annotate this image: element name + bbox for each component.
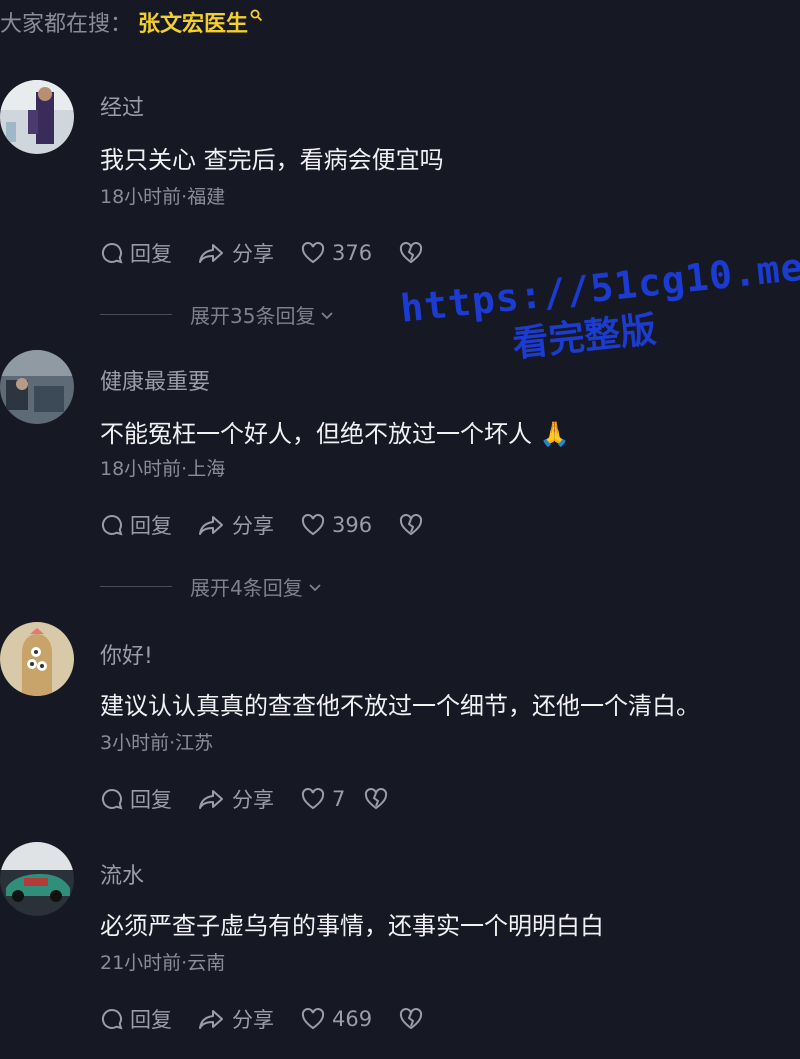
comment-actions: 回复 分享 7 <box>100 784 395 814</box>
share-button[interactable]: 分享 <box>198 784 274 814</box>
dislike-button[interactable] <box>398 241 430 265</box>
search-icon <box>250 9 263 26</box>
chevron-down-icon <box>321 311 334 319</box>
comment-username[interactable]: 健康最重要 <box>100 364 210 396</box>
like-button[interactable]: 376 <box>300 241 372 265</box>
reply-label: 回复 <box>130 788 172 812</box>
comment-username[interactable]: 经过 <box>100 90 144 122</box>
comment-time-location: 18小时前·福建 <box>100 186 226 208</box>
comment-bubble-icon <box>101 788 123 810</box>
reply-button[interactable]: 回复 <box>100 1004 172 1034</box>
share-arrow-icon <box>199 790 223 809</box>
broken-heart-icon <box>400 513 423 536</box>
trending-search-term[interactable]: 张文宏医生 <box>138 6 248 38</box>
comment-bubble-icon <box>101 514 123 536</box>
trending-search-prefix: 大家都在搜： <box>0 12 133 37</box>
share-button[interactable]: 分享 <box>198 510 274 540</box>
like-button[interactable]: 396 <box>300 513 372 537</box>
like-button[interactable]: 469 <box>300 1007 372 1031</box>
comment-time-location: 3小时前·江苏 <box>100 732 214 754</box>
comment-time-location: 18小时前·上海 <box>100 458 226 480</box>
heart-icon <box>301 1007 325 1030</box>
chevron-down-icon <box>309 583 321 591</box>
expand-replies-button[interactable]: 展开4条回复 <box>100 572 323 601</box>
expand-replies-label: 展开4条回复 <box>190 576 303 600</box>
dislike-button[interactable] <box>363 787 395 811</box>
reply-button[interactable]: 回复 <box>100 510 172 540</box>
comment-actions: 回复 分享 469 <box>100 1004 430 1034</box>
comment-text: 不能冤枉一个好人，但绝不放过一个坏人 🙏 <box>100 420 570 448</box>
comment-text: 必须严查子虚乌有的事情，还事实一个明明白白 <box>100 912 604 940</box>
like-count: 469 <box>332 1007 373 1031</box>
broken-heart-icon <box>365 787 388 810</box>
comment-actions: 回复 分享 396 <box>100 510 430 540</box>
comment-time-location: 21小时前·云南 <box>100 952 226 974</box>
dislike-button[interactable] <box>398 513 430 537</box>
share-arrow-icon <box>199 516 223 535</box>
share-arrow-icon <box>199 1010 223 1029</box>
reply-label: 回复 <box>130 1008 172 1032</box>
share-label: 分享 <box>232 788 274 812</box>
expand-replies-button[interactable]: 展开35条回复 <box>100 300 335 329</box>
like-count: 376 <box>332 241 373 265</box>
comment-actions: 回复 分享 376 <box>100 238 430 268</box>
reply-label: 回复 <box>130 242 172 266</box>
like-count: 7 <box>332 787 346 811</box>
reply-button[interactable]: 回复 <box>100 784 172 814</box>
avatar[interactable] <box>0 80 74 154</box>
share-label: 分享 <box>232 242 274 266</box>
divider-line <box>100 314 172 315</box>
trending-search-bar[interactable]: 大家都在搜： 张文宏医生 <box>0 0 800 44</box>
divider-line <box>100 586 172 587</box>
heart-icon <box>301 241 325 264</box>
share-button[interactable]: 分享 <box>198 1004 274 1034</box>
broken-heart-icon <box>400 241 423 264</box>
avatar[interactable] <box>0 842 74 916</box>
broken-heart-icon <box>400 1007 423 1030</box>
dislike-button[interactable] <box>398 1007 430 1031</box>
share-label: 分享 <box>232 1008 274 1032</box>
like-count: 396 <box>332 513 373 537</box>
comment-bubble-icon <box>101 1008 123 1030</box>
watermark: https://51cg10.me 看完整版 <box>398 245 800 378</box>
share-arrow-icon <box>199 244 223 263</box>
heart-icon <box>301 787 325 810</box>
comment-bubble-icon <box>101 242 123 264</box>
like-button[interactable]: 7 <box>300 787 345 811</box>
reply-label: 回复 <box>130 514 172 538</box>
comment-text: 建议认认真真的查查他不放过一个细节，还他一个清白。 <box>100 692 700 720</box>
avatar[interactable] <box>0 350 74 424</box>
avatar[interactable] <box>0 622 74 696</box>
heart-icon <box>301 513 325 536</box>
share-button[interactable]: 分享 <box>198 238 274 268</box>
comment-username[interactable]: 流水 <box>100 858 144 890</box>
reply-button[interactable]: 回复 <box>100 238 172 268</box>
comment-username[interactable]: 你好! <box>100 638 153 670</box>
comment-text: 我只关心 查完后，看病会便宜吗 <box>100 146 444 174</box>
expand-replies-label: 展开35条回复 <box>190 304 316 328</box>
share-label: 分享 <box>232 514 274 538</box>
